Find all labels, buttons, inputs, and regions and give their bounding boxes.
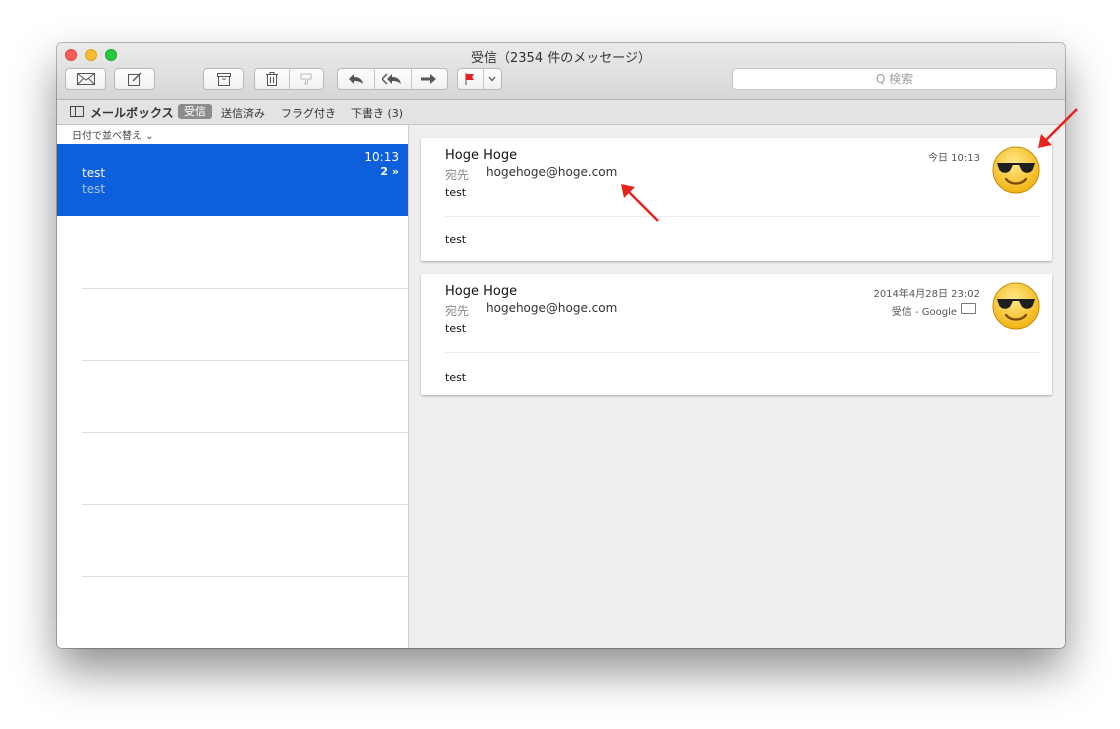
annotation-arrow-avatar (1038, 108, 1078, 148)
annotation-arrows (621, 108, 1078, 222)
annotation-arrow-address (621, 184, 659, 222)
